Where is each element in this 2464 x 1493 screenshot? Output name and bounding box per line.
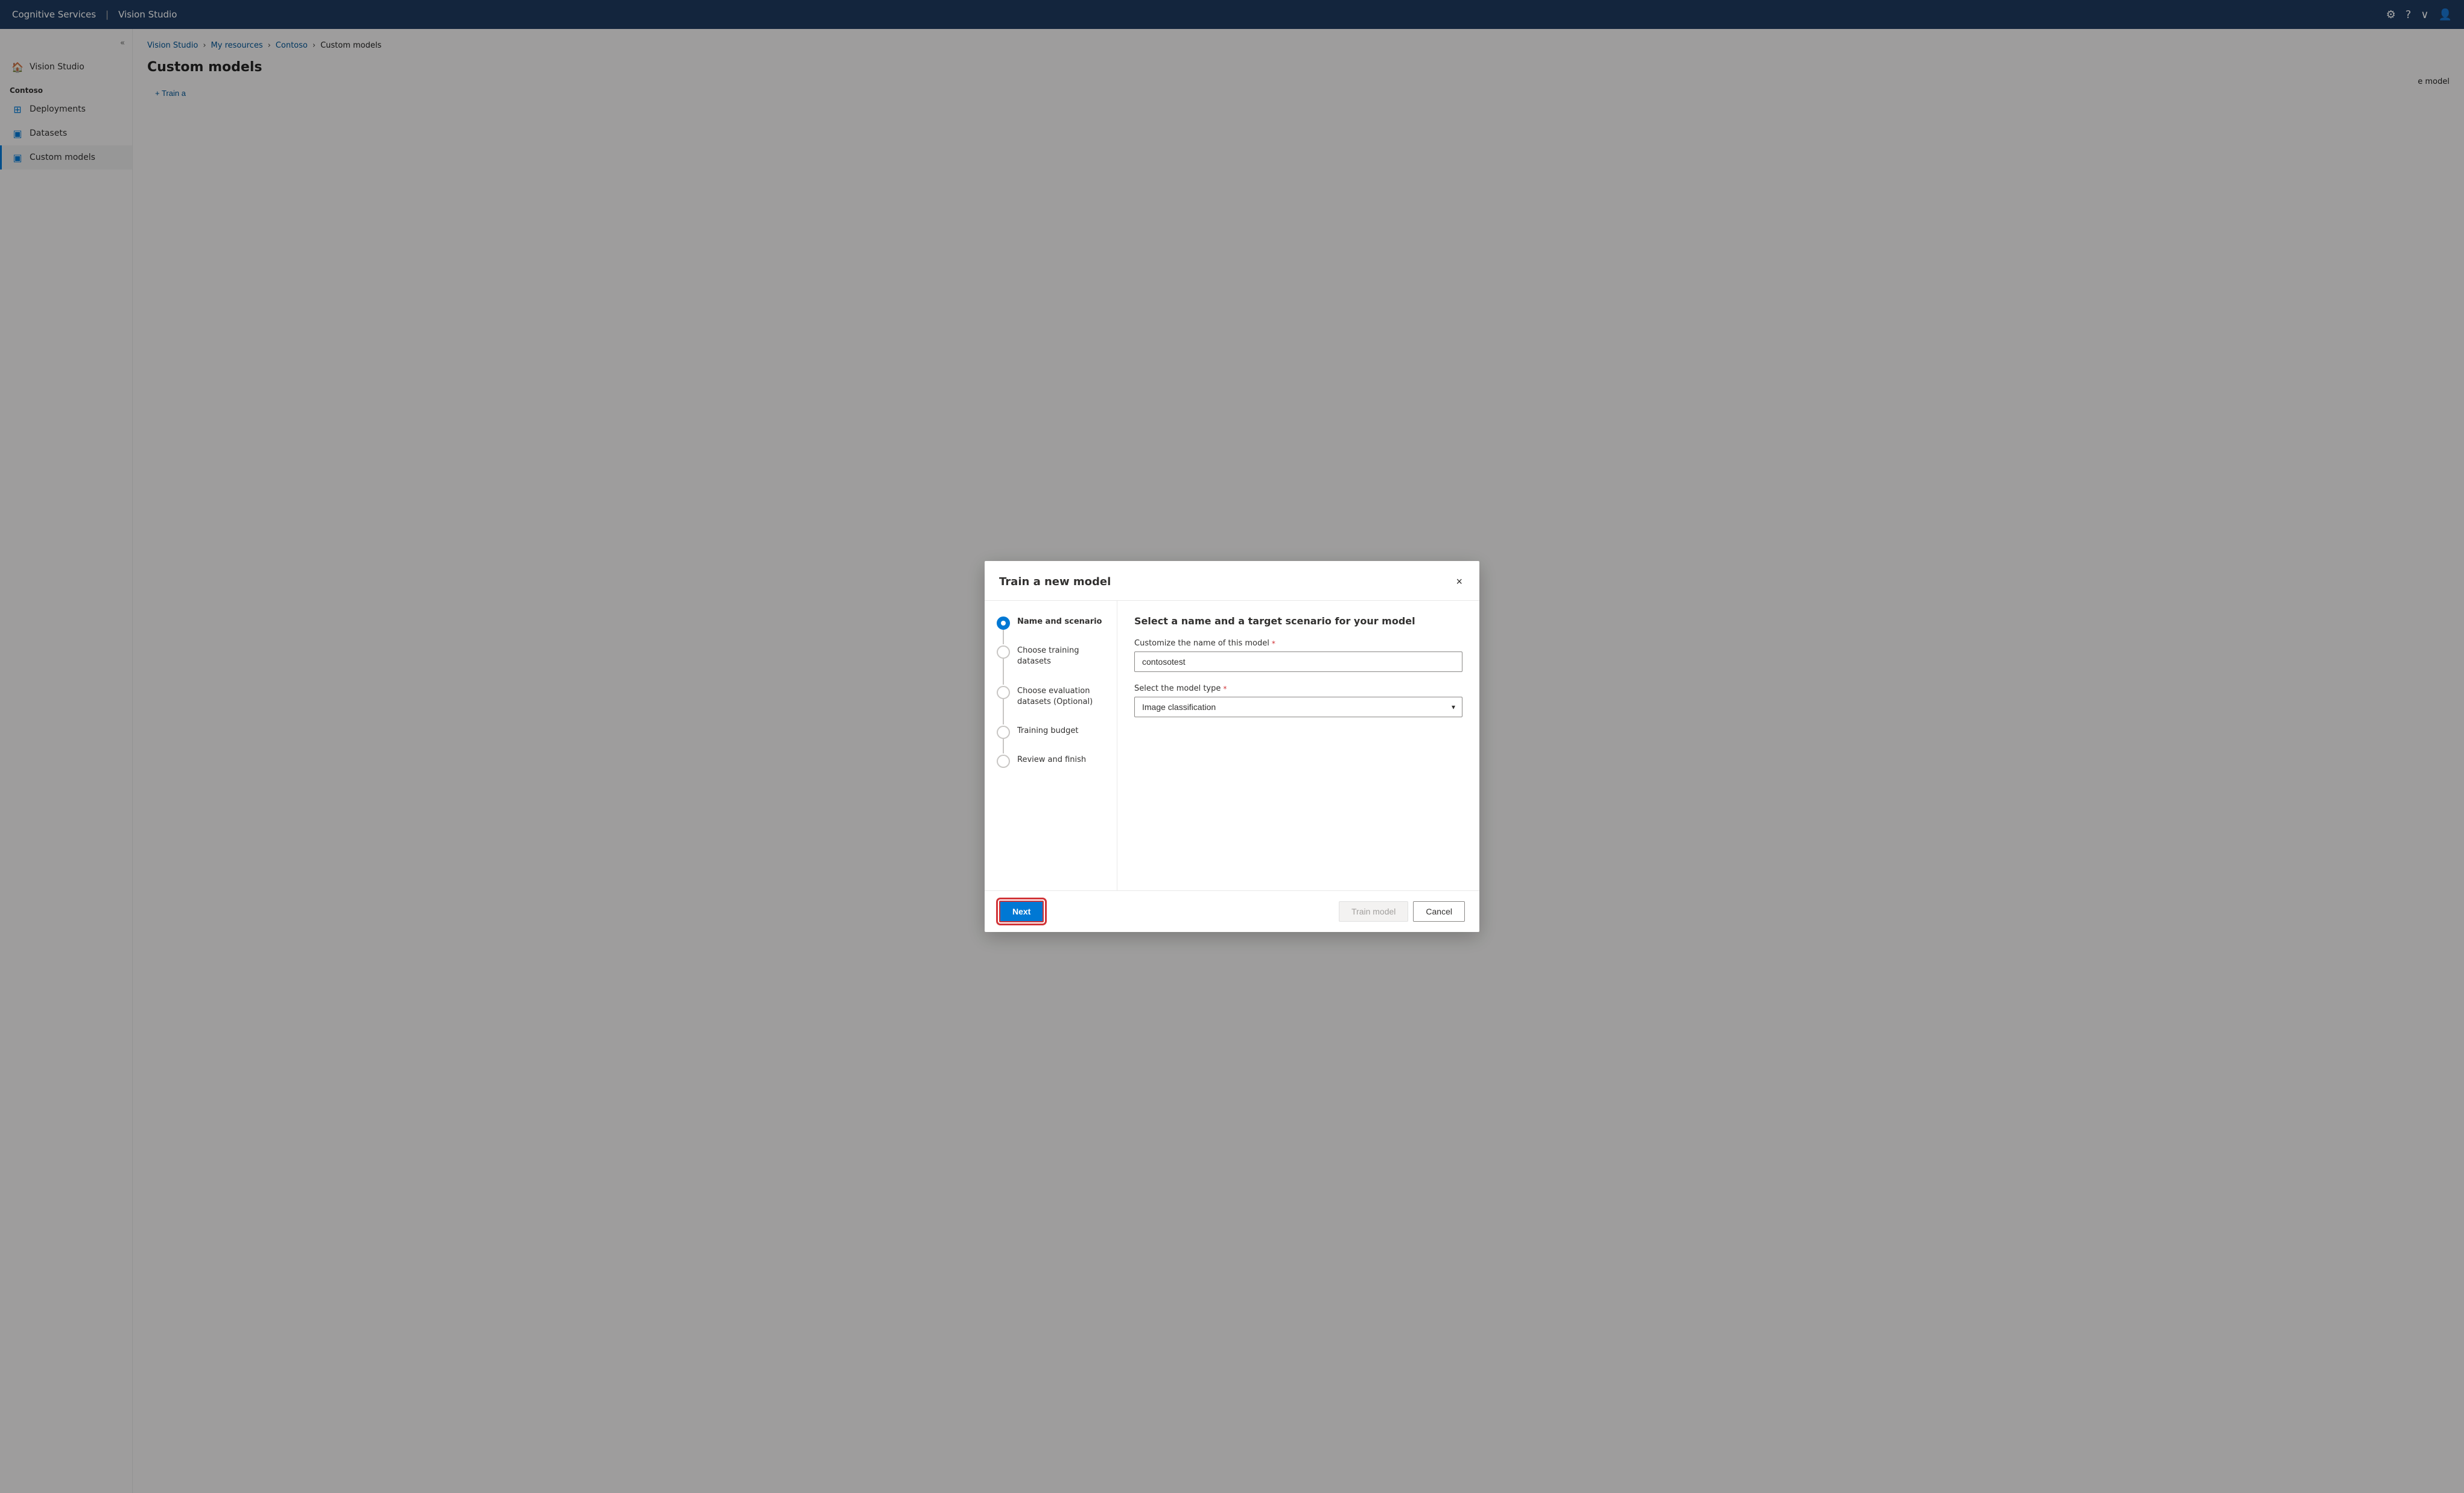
stepper: Name and scenario Choose training datase… [985, 601, 1117, 890]
train-model-modal: Train a new model × Name and scenario [985, 561, 1479, 932]
model-name-input[interactable] [1134, 651, 1462, 672]
form-section-title: Select a name and a target scenario for … [1134, 615, 1462, 627]
cancel-button[interactable]: Cancel [1413, 901, 1465, 922]
step-2-circle [997, 645, 1010, 659]
model-type-required: * [1223, 685, 1227, 693]
model-type-label: Select the model type * [1134, 684, 1462, 693]
modal-close-button[interactable]: × [1453, 573, 1465, 591]
step-1-circle [997, 617, 1010, 630]
step-name-scenario: Name and scenario [997, 615, 1105, 644]
step-review-finish: Review and finish [997, 753, 1105, 782]
step-3-line [1003, 699, 1004, 724]
step-1-left [997, 615, 1010, 644]
step-3-label: Choose evaluation datasets (Optional) [1017, 685, 1105, 724]
footer-left: Next [999, 901, 1044, 922]
step-training-datasets: Choose training datasets [997, 644, 1105, 684]
step-5-left [997, 753, 1010, 782]
step-evaluation-datasets: Choose evaluation datasets (Optional) [997, 685, 1105, 724]
next-button[interactable]: Next [999, 901, 1044, 922]
modal-form: Select a name and a target scenario for … [1117, 601, 1479, 890]
modal-footer: Next Train model Cancel [985, 890, 1479, 932]
model-type-field: Select the model type * Image classifica… [1134, 684, 1462, 717]
model-name-required: * [1272, 639, 1275, 648]
step-5-circle [997, 755, 1010, 768]
model-type-select[interactable]: Image classification Object detection [1134, 697, 1462, 717]
step-4-left [997, 724, 1010, 753]
model-type-select-wrapper: Image classification Object detection ▾ [1134, 697, 1462, 717]
footer-right: Train model Cancel [1339, 901, 1465, 922]
modal-title: Train a new model [999, 575, 1111, 588]
step-3-circle [997, 686, 1010, 699]
step-4-label: Training budget [1017, 724, 1079, 753]
step-2-left [997, 644, 1010, 684]
step-4-circle [997, 726, 1010, 739]
step-1-label: Name and scenario [1017, 615, 1102, 644]
train-model-button-footer: Train model [1339, 901, 1408, 922]
step-4-line [1003, 739, 1004, 753]
step-5-label: Review and finish [1017, 753, 1086, 782]
step-1-inner [1001, 621, 1006, 626]
step-1-line [1003, 630, 1004, 644]
modal-header: Train a new model × [985, 561, 1479, 601]
step-2-label: Choose training datasets [1017, 644, 1105, 684]
step-training-budget: Training budget [997, 724, 1105, 753]
modal-body: Name and scenario Choose training datase… [985, 601, 1479, 890]
model-name-field: Customize the name of this model * [1134, 639, 1462, 672]
step-2-line [1003, 659, 1004, 684]
modal-overlay: Train a new model × Name and scenario [0, 0, 2464, 1493]
model-name-label: Customize the name of this model * [1134, 639, 1462, 648]
step-3-left [997, 685, 1010, 724]
